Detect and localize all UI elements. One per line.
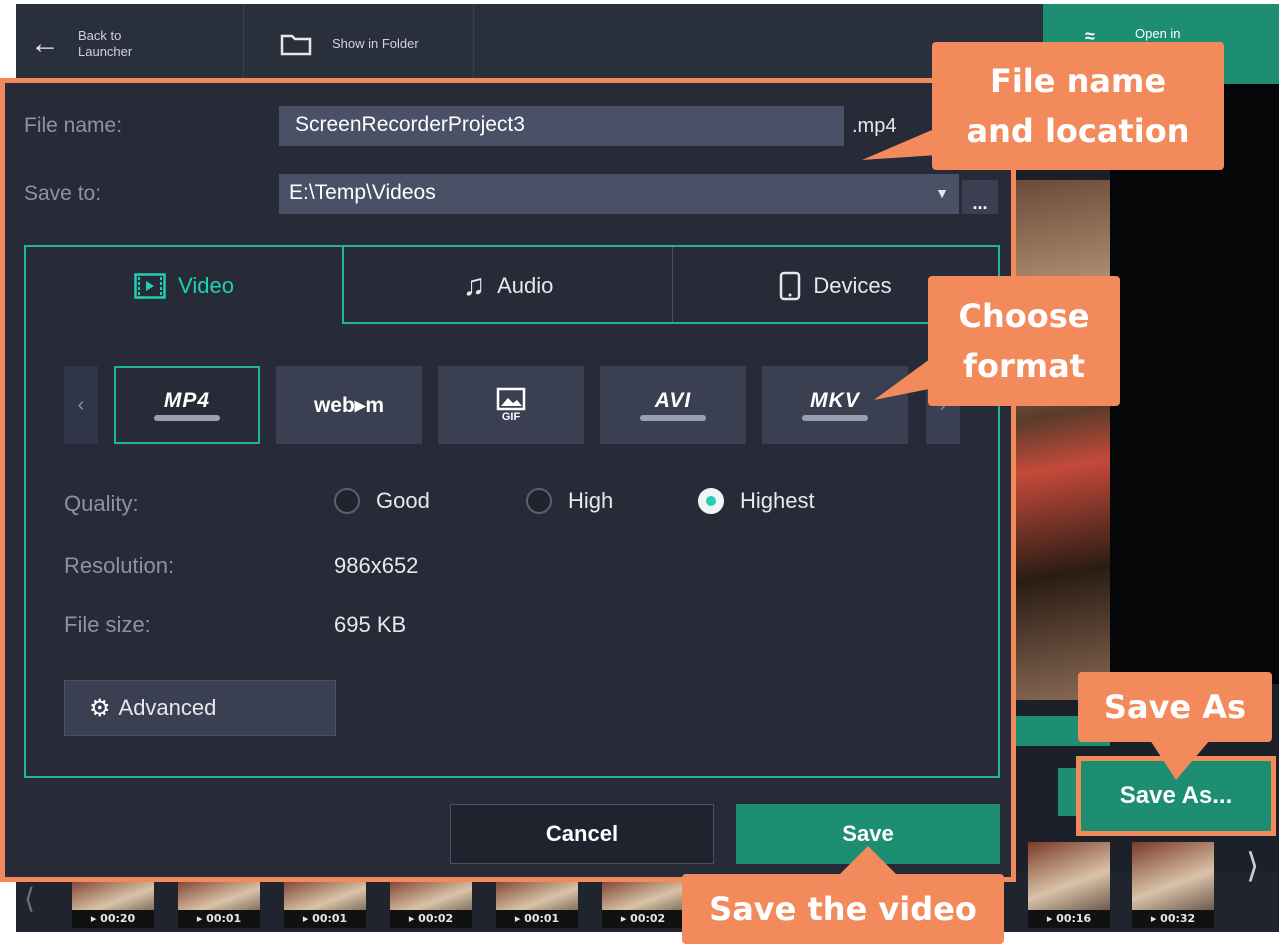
resolution-value: 986x652 <box>334 553 419 578</box>
callout-pointer <box>874 356 944 400</box>
phone-icon <box>780 271 801 300</box>
folder-icon <box>280 34 312 56</box>
resolution-label: Resolution: <box>64 553 175 578</box>
format-gif-label: GIF <box>501 411 521 423</box>
format-avi[interactable]: AVI <box>600 366 746 444</box>
film-icon <box>134 272 166 299</box>
radio-highest-selected[interactable] <box>698 488 724 514</box>
quality-good-label: Good <box>376 488 430 513</box>
clip-thumbnail[interactable]: ▸ 00:32 <box>1132 842 1214 928</box>
callout-choose-format: Choose format <box>928 276 1120 406</box>
quality-label: Quality: <box>64 491 139 516</box>
file-size-label: File size: <box>64 612 151 637</box>
clip-thumbnail[interactable]: ▸ 00:02 <box>390 878 472 928</box>
quality-good[interactable]: Good <box>334 488 430 514</box>
gear-icon: ⚙ <box>89 694 111 722</box>
file-name-label: File name: <box>24 114 123 137</box>
format-mkv-label: MKV <box>810 389 860 412</box>
format-webm-label: web▸m <box>313 393 385 417</box>
tab-video-label: Video <box>178 272 234 298</box>
file-size-value: 695 KB <box>334 612 407 637</box>
preview-image <box>1016 180 1110 700</box>
quality-high-label: High <box>568 488 614 513</box>
open-in-label: Open in <box>1135 26 1181 41</box>
format-gif[interactable]: GIF <box>438 366 584 444</box>
clip-thumbnail[interactable]: ▸ 00:01 <box>496 878 578 928</box>
format-mp4-label: MP4 <box>163 389 211 412</box>
clip-thumbnail[interactable]: ▸ 00:01 <box>178 878 260 928</box>
music-note-icon: ♫ <box>462 268 486 302</box>
cancel-button[interactable]: Cancel <box>450 804 714 864</box>
tab-audio-label: Audio <box>497 272 554 298</box>
image-icon <box>496 387 526 411</box>
back-label: Back to Launcher <box>78 28 133 59</box>
clip-thumbnail[interactable]: ▸ 00:01 <box>284 878 366 928</box>
save-to-label: Save to: <box>24 182 102 205</box>
advanced-label: Advanced <box>118 695 217 720</box>
callout-file-name-location: File name and location <box>932 42 1224 170</box>
save-to-dropdown[interactable]: E:\Temp\Videos ▼ <box>279 174 959 214</box>
show-in-folder-button[interactable]: Show in Folder <box>280 30 460 58</box>
callout-pointer <box>838 846 898 876</box>
back-to-launcher-button[interactable]: ← Back to Launcher <box>30 20 230 68</box>
timeline-control[interactable] <box>1058 768 1078 816</box>
format-webm[interactable]: web▸m <box>276 366 422 444</box>
quality-high[interactable]: High <box>526 488 613 514</box>
dropdown-arrow-icon: ▼ <box>935 185 949 201</box>
save-to-value: E:\Temp\Videos <box>289 181 436 204</box>
advanced-button[interactable]: ⚙ Advanced <box>64 680 336 736</box>
callout-save-video: Save the video <box>682 874 1004 944</box>
radio-good[interactable] <box>334 488 360 514</box>
toolbar-divider <box>243 4 244 84</box>
preview-area <box>1110 84 1279 684</box>
toolbar-divider <box>473 4 474 84</box>
browse-button[interactable]: ... <box>962 180 998 214</box>
format-mp4[interactable]: MP4 <box>114 366 260 444</box>
quality-highest-label: Highest <box>740 488 815 513</box>
carousel-prev-button[interactable]: ‹ <box>64 366 98 444</box>
radio-high[interactable] <box>526 488 552 514</box>
tab-video[interactable]: Video <box>26 247 342 324</box>
callout-pointer <box>1150 740 1210 780</box>
clip-thumbnail[interactable]: ▸ 00:20 <box>72 878 154 928</box>
clip-thumbnail[interactable]: ▸ 00:16 <box>1028 842 1110 928</box>
tab-audio[interactable]: ♫ Audio <box>344 247 672 324</box>
arrow-left-icon: ← <box>30 27 60 60</box>
show-in-folder-label: Show in Folder <box>332 36 419 51</box>
tab-devices-label: Devices <box>813 272 892 298</box>
file-name-input[interactable]: ScreenRecorderProject3 <box>279 106 844 146</box>
quality-highest[interactable]: Highest <box>698 488 815 514</box>
clip-thumbnail[interactable]: ▸ 00:02 <box>602 878 684 928</box>
format-avi-label: AVI <box>654 389 692 412</box>
filmstrip-next-icon[interactable]: ⟩ <box>1246 846 1259 886</box>
callout-pointer <box>862 130 952 160</box>
callout-save-as: Save As <box>1078 672 1272 742</box>
filmstrip-prev-icon[interactable]: ⟨ <box>24 882 35 915</box>
